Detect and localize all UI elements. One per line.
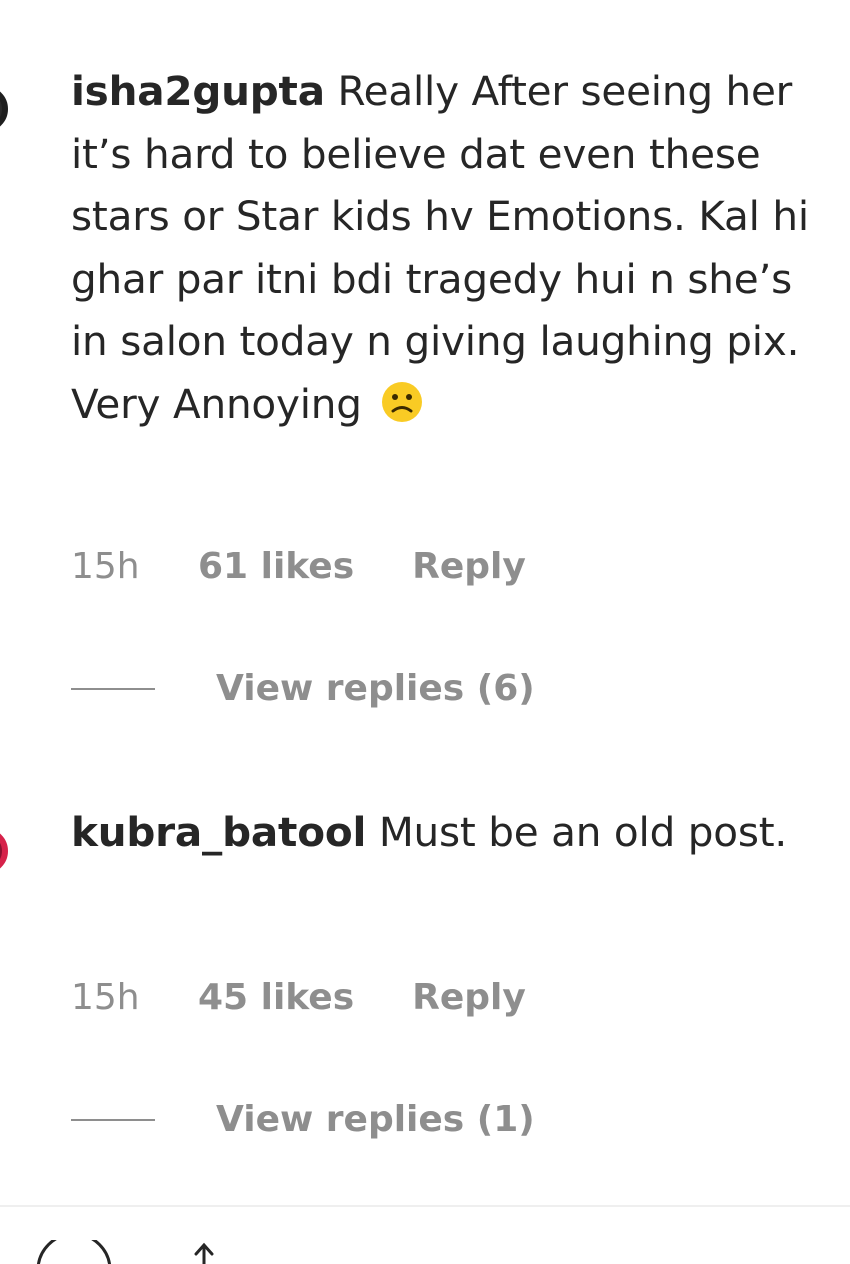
reply-button[interactable]: Reply: [412, 546, 526, 587]
comment-body: isha2gupta Really After seeing her it’s …: [71, 60, 841, 435]
replies-divider-line: [71, 1118, 155, 1121]
comment-bubble-icon[interactable]: [37, 1240, 111, 1264]
comment-meta: 15h 45 likes Reply: [71, 977, 526, 1018]
comment-username[interactable]: kubra_batool: [71, 808, 366, 856]
comment-time: 15h: [71, 546, 140, 587]
comment-time: 15h: [71, 977, 140, 1018]
comment-text: Must be an old post.: [378, 808, 788, 856]
avatar[interactable]: [0, 828, 8, 874]
action-bar: [0, 1240, 850, 1264]
comment-likes[interactable]: 45 likes: [198, 977, 354, 1018]
replies-divider-line: [71, 687, 155, 690]
view-replies-label[interactable]: View replies (1): [216, 1099, 535, 1140]
comment-likes[interactable]: 61 likes: [198, 546, 354, 587]
view-replies-label[interactable]: View replies (6): [216, 668, 535, 709]
reply-button[interactable]: Reply: [412, 977, 526, 1018]
comment-body: kubra_batool Must be an old post.: [71, 801, 841, 864]
view-replies-button[interactable]: View replies (1): [71, 1099, 535, 1140]
comment-meta: 15h 61 likes Reply: [71, 546, 526, 587]
share-icon[interactable]: [194, 1242, 214, 1264]
frowning-face-emoji-icon: [382, 381, 423, 422]
comment-username[interactable]: isha2gupta: [71, 67, 325, 115]
avatar[interactable]: [0, 86, 8, 132]
section-divider: [0, 1205, 850, 1207]
view-replies-button[interactable]: View replies (6): [71, 668, 535, 709]
comment-text: Really After seeing her it’s hard to bel…: [71, 67, 809, 428]
